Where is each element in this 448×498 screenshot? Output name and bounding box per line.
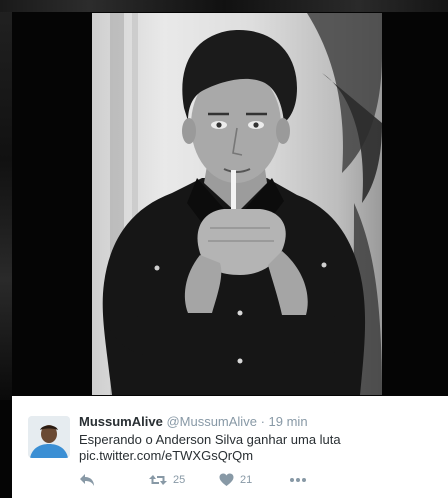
separator-dot: · [260,414,265,429]
tweet-card[interactable]: MussumAlive @MussumAlive · 19 min Espera… [12,396,448,498]
like-count: 21 [240,474,253,486]
tweet-actions: 25 21 [79,471,409,489]
retweet-count: 25 [173,474,186,486]
reply-button[interactable] [79,471,95,489]
heart-icon [219,473,234,486]
tweet-text: Esperando o Anderson Silva ganhar uma lu… [79,432,341,447]
timestamp[interactable]: 19 min [269,414,308,429]
retweet-icon [149,475,167,485]
tweet-photo[interactable] [92,13,382,395]
like-button[interactable]: 21 [219,471,252,489]
retweet-button[interactable]: 25 [149,471,185,489]
photo-illustration [102,13,382,395]
backdrop-top-band [0,0,448,12]
display-name[interactable]: MussumAlive [79,414,163,429]
avatar-illustration [28,416,70,458]
tweet-link[interactable]: pic.twitter.com/eTWXGsQrQm [79,447,253,464]
reply-icon [80,474,94,486]
more-button[interactable] [289,471,307,489]
tweet-header: MussumAlive @MussumAlive · 19 min [79,414,308,430]
avatar[interactable] [28,416,70,458]
user-handle[interactable]: @MussumAlive [166,414,257,429]
backdrop-left-strip [0,0,12,400]
more-dots-icon [290,478,306,482]
